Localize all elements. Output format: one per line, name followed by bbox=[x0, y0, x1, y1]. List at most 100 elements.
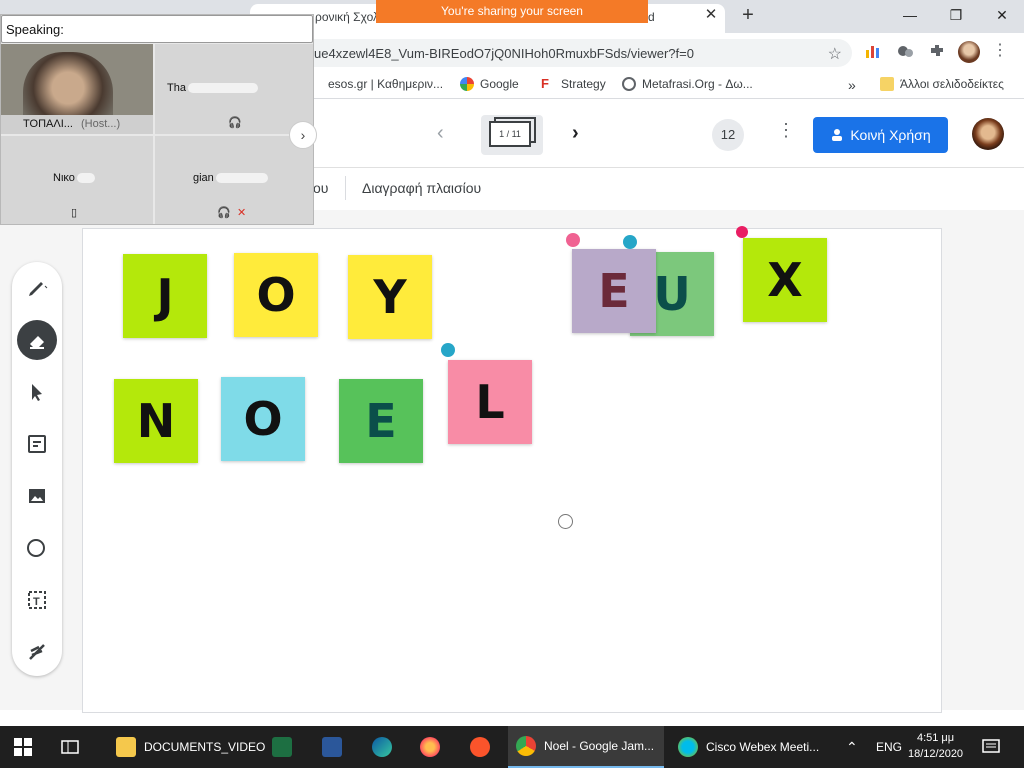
toolbar-item-partial[interactable]: ου bbox=[313, 180, 328, 196]
system-clock[interactable]: 4:51 μμ 18/12/2020 bbox=[908, 730, 963, 762]
pen-icon bbox=[29, 282, 48, 296]
next-participants-icon[interactable]: › bbox=[289, 121, 317, 149]
webex-icon bbox=[678, 737, 698, 757]
image-tool[interactable] bbox=[17, 476, 57, 516]
excel-icon bbox=[272, 737, 292, 757]
share-button[interactable]: Κοινή Χρήση bbox=[813, 117, 948, 153]
pen-tool[interactable] bbox=[17, 268, 57, 308]
minimize-icon[interactable]: — bbox=[898, 5, 922, 25]
google-icon bbox=[460, 77, 474, 91]
more-bookmarks-icon[interactable]: » bbox=[848, 77, 856, 93]
maximize-icon[interactable]: ❐ bbox=[944, 5, 968, 25]
taskbar-excel[interactable] bbox=[272, 726, 292, 768]
previous-frame-icon[interactable]: ‹ bbox=[437, 122, 444, 145]
laser-icon bbox=[29, 644, 45, 660]
folder-icon bbox=[880, 77, 894, 91]
collaborator-marker-icon bbox=[623, 235, 637, 249]
bookmark-metafrasi[interactable]: Metafrasi.Org - Δω... bbox=[622, 77, 753, 91]
tab-title-suffix: d bbox=[648, 10, 655, 24]
frame-bar-button[interactable]: 1 / 11 bbox=[481, 115, 543, 155]
bookmark-label: Strategy bbox=[561, 77, 606, 91]
windows-taskbar: DOCUMENTS_VIDEO Noel - Google Jam... Cis… bbox=[0, 726, 1024, 768]
shape-tool[interactable] bbox=[17, 528, 57, 568]
sticky-note-tool[interactable] bbox=[17, 424, 57, 464]
speaking-indicator: Speaking: bbox=[1, 15, 313, 43]
participant-tile[interactable]: Νικο ▯ bbox=[1, 136, 153, 224]
close-window-icon[interactable]: ✕ bbox=[990, 5, 1014, 25]
user-avatar[interactable] bbox=[972, 118, 1004, 150]
strategy-icon: F bbox=[541, 76, 549, 91]
person-add-icon bbox=[832, 129, 843, 141]
sticky-note-y[interactable]: Y bbox=[348, 255, 432, 339]
action-center-button[interactable] bbox=[982, 726, 1000, 768]
sticky-note-n[interactable]: N bbox=[114, 379, 198, 463]
globe-icon bbox=[622, 77, 636, 91]
browser-profile-avatar[interactable] bbox=[958, 41, 980, 63]
taskbar-explorer-documents[interactable]: DOCUMENTS_VIDEO bbox=[108, 726, 273, 768]
collaborator-marker-icon bbox=[566, 233, 580, 247]
taskbar-label: DOCUMENTS_VIDEO bbox=[144, 740, 266, 754]
text-box-tool[interactable]: T bbox=[17, 580, 57, 620]
share-button-label: Κοινή Χρήση bbox=[850, 127, 931, 143]
bookmark-google[interactable]: Google bbox=[460, 77, 519, 91]
collaborator-marker-icon bbox=[441, 343, 455, 357]
participant-name: ΤΟΠΑΛΙ... bbox=[23, 118, 73, 130]
sticky-note-j[interactable]: J bbox=[123, 254, 207, 338]
sticky-note-o[interactable]: O bbox=[234, 253, 318, 337]
bookmark-strategy[interactable]: F Strategy bbox=[541, 76, 606, 92]
sticky-note-e-green[interactable]: E bbox=[339, 379, 423, 463]
browser-menu-icon[interactable]: ⋮ bbox=[992, 40, 1008, 62]
sticky-note-x[interactable]: X bbox=[743, 238, 827, 322]
bookmark-label: Metafrasi.Org - Δω... bbox=[642, 77, 753, 91]
webex-participant-panel: Speaking: ΤΟΠΑΛΙ... (Host...) Tha 🎧 Νικο… bbox=[0, 14, 317, 225]
sticky-note-e-purple[interactable]: E bbox=[572, 249, 656, 333]
omnibox[interactable]: ue4xzewl4E8_Vum-BIREodO7jQ0NIHoh0RmuxbFS… bbox=[300, 39, 852, 67]
show-hidden-icons[interactable]: ⌃ bbox=[846, 726, 858, 768]
participant-name: gian bbox=[193, 172, 268, 184]
taskbar-webex[interactable]: Cisco Webex Meeti... bbox=[672, 726, 828, 768]
task-view-button[interactable] bbox=[60, 726, 80, 768]
sticky-note-icon bbox=[28, 435, 46, 453]
select-tool[interactable] bbox=[17, 372, 57, 412]
taskbar-word[interactable] bbox=[322, 726, 342, 768]
other-bookmarks-folder[interactable]: Άλλοι σελιδοδείκτες bbox=[880, 77, 1004, 91]
sticky-note-o-blue[interactable]: O bbox=[221, 377, 305, 461]
bookmark-esos[interactable]: esos.gr | Καθημεριν... bbox=[328, 77, 443, 91]
tab-title[interactable]: ρονική Σχολ bbox=[315, 10, 379, 24]
bookmark-star-icon[interactable]: ☆ bbox=[828, 44, 842, 64]
taskbar-label: Noel - Google Jam... bbox=[544, 739, 655, 753]
taskbar-chrome-jamboard[interactable]: Noel - Google Jam... bbox=[508, 726, 664, 768]
headset-icon: 🎧 bbox=[228, 117, 242, 129]
clear-frame-button[interactable]: Διαγραφή πλαισίου bbox=[362, 180, 481, 196]
participant-tile[interactable]: gian 🎧 ✕ bbox=[155, 136, 313, 224]
participant-name-bar: ΤΟΠΑΛΙ... (Host...) bbox=[1, 115, 153, 134]
participant-tile[interactable]: Tha 🎧 bbox=[155, 44, 313, 134]
analytics-extension-icon[interactable] bbox=[864, 42, 882, 60]
circle-shape-icon bbox=[27, 539, 45, 557]
laser-tool[interactable] bbox=[17, 632, 57, 672]
puzzle-icon[interactable] bbox=[928, 42, 946, 60]
next-frame-icon[interactable]: › bbox=[572, 122, 579, 145]
eraser-tool[interactable] bbox=[17, 320, 57, 360]
screen-sharing-banner[interactable]: You're sharing your screen bbox=[376, 0, 648, 23]
sticky-note-l[interactable]: L bbox=[448, 360, 532, 444]
taskbar-brave[interactable] bbox=[470, 726, 490, 768]
input-language[interactable]: ENG bbox=[876, 726, 902, 768]
taskbar-edge[interactable] bbox=[372, 726, 392, 768]
windows-logo-icon bbox=[14, 738, 32, 756]
extension-icon[interactable] bbox=[896, 42, 914, 60]
taskbar-firefox[interactable] bbox=[420, 726, 440, 768]
close-tab-icon[interactable]: ✕ bbox=[702, 6, 720, 24]
start-button[interactable] bbox=[14, 726, 32, 768]
chrome-icon bbox=[516, 736, 536, 756]
text-box-icon: T bbox=[28, 591, 46, 609]
pointer-cursor-icon bbox=[558, 514, 573, 529]
collaborators-count[interactable]: 12 bbox=[712, 119, 744, 151]
url-text[interactable]: ue4xzewl4E8_Vum-BIREodO7jQ0NIHoh0RmuxbFS… bbox=[314, 46, 694, 61]
participant-role: (Host...) bbox=[81, 118, 121, 130]
eraser-icon bbox=[30, 336, 44, 349]
new-tab-button[interactable]: + bbox=[738, 4, 758, 26]
headset-icon: 🎧 bbox=[217, 207, 231, 219]
more-options-icon[interactable]: ⋮ bbox=[777, 120, 795, 141]
bookmark-label: esos.gr | Καθημεριν... bbox=[328, 77, 444, 91]
